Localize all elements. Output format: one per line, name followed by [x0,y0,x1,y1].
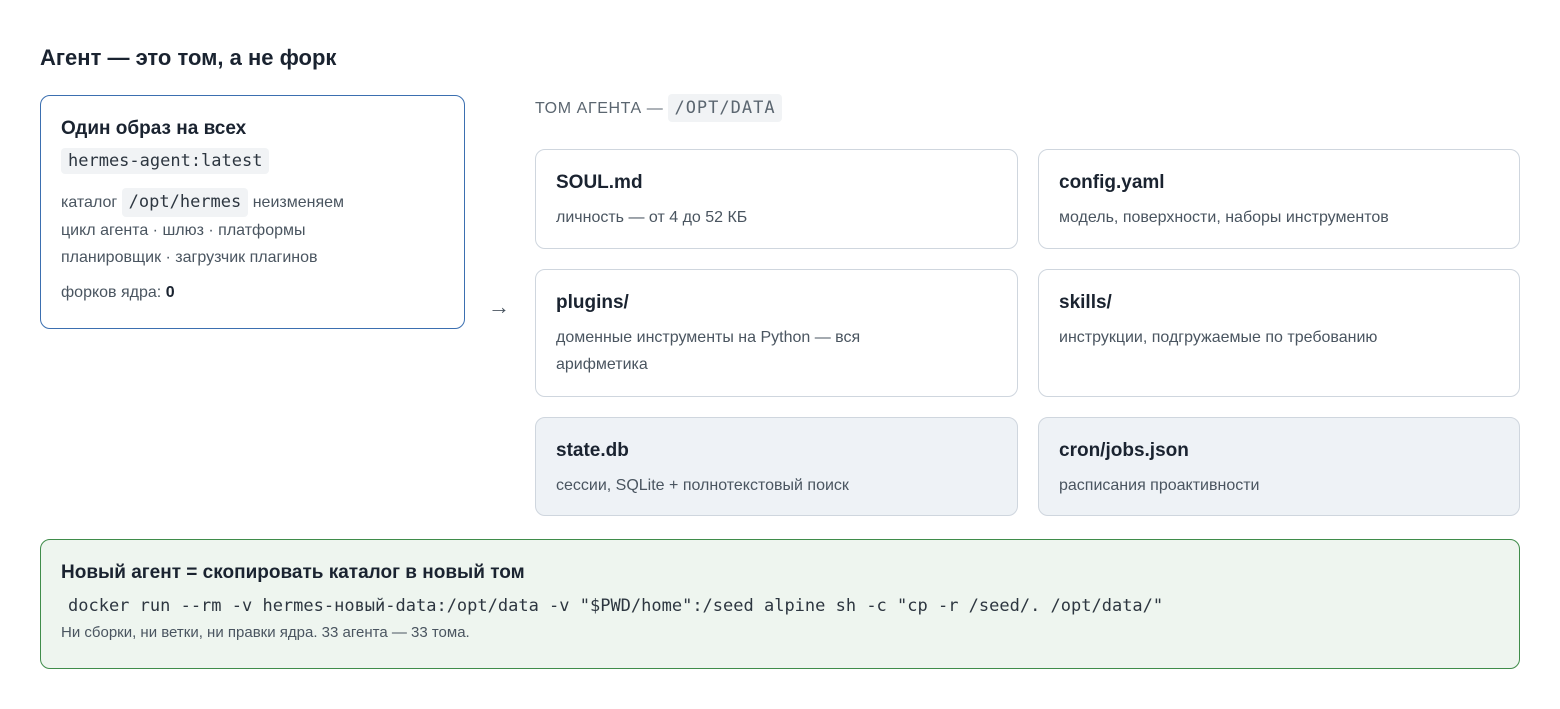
components-line-2: планировщик · загрузчик плагинов [61,249,318,266]
page-title: Агент — это том, а не форк [40,45,337,70]
catalog-path: /opt/hermes [121,188,249,217]
file-card-config: config.yaml модель, поверхности, наборы … [1038,149,1520,249]
volume-label-text: ТОМ АГЕНТА — [535,100,664,117]
file-desc: личность — от 4 до 52 КБ [556,209,748,226]
file-desc: доменные инструменты на Python — вся ари… [556,329,861,373]
volume-label: ТОМ АГЕНТА — /OPT/DATA [535,94,782,122]
catalog-suffix: неизменяем [252,194,345,211]
summary-title: Новый агент = скопировать каталог в новы… [61,562,525,583]
catalog-prefix: каталог [61,194,118,211]
file-desc: модель, поверхности, наборы инструментов [1059,209,1389,226]
image-card: Один образ на всех hermes-agent:latest к… [40,95,465,329]
file-card-skills: skills/ инструкции, подгружаемые по треб… [1038,269,1520,397]
new-agent-summary: Новый агент = скопировать каталог в новы… [40,539,1520,669]
image-tag: hermes-agent:latest [61,148,270,174]
file-name: state.db [556,440,629,461]
file-card-state-db: state.db сессии, SQLite + полнотекстовый… [535,417,1018,516]
core-forks: форков ядра: 0 [61,284,444,302]
volume-path: /OPT/DATA [668,94,782,122]
file-name: config.yaml [1059,172,1165,193]
file-desc: расписания проактивности [1059,477,1260,494]
image-card-details: каталог /opt/hermes неизменяем цикл аген… [61,188,444,271]
core-forks-label: форков ядра: [61,284,162,301]
image-card-title: Один образ на всех [61,118,247,139]
docker-command: docker run --rm -v hermes-новый-data:/op… [68,596,1164,616]
core-forks-value: 0 [165,284,175,301]
file-card-plugins: plugins/ доменные инструменты на Python … [535,269,1018,397]
file-card-soul: SOUL.md личность — от 4 до 52 КБ [535,149,1018,249]
file-card-cron-jobs: cron/jobs.json расписания проактивности [1038,417,1520,516]
arrow-right-icon: → [488,294,510,319]
file-name: SOUL.md [556,172,643,193]
file-name: cron/jobs.json [1059,440,1189,461]
file-desc: сессии, SQLite + полнотекстовый поиск [556,477,849,494]
file-name: plugins/ [556,292,629,313]
summary-note: Ни сборки, ни ветки, ни правки ядра. 33 … [61,624,470,641]
file-desc: инструкции, подгружаемые по требованию [1059,329,1378,346]
components-line-1: цикл агента · шлюз · платформы [61,222,306,239]
file-name: skills/ [1059,292,1112,313]
